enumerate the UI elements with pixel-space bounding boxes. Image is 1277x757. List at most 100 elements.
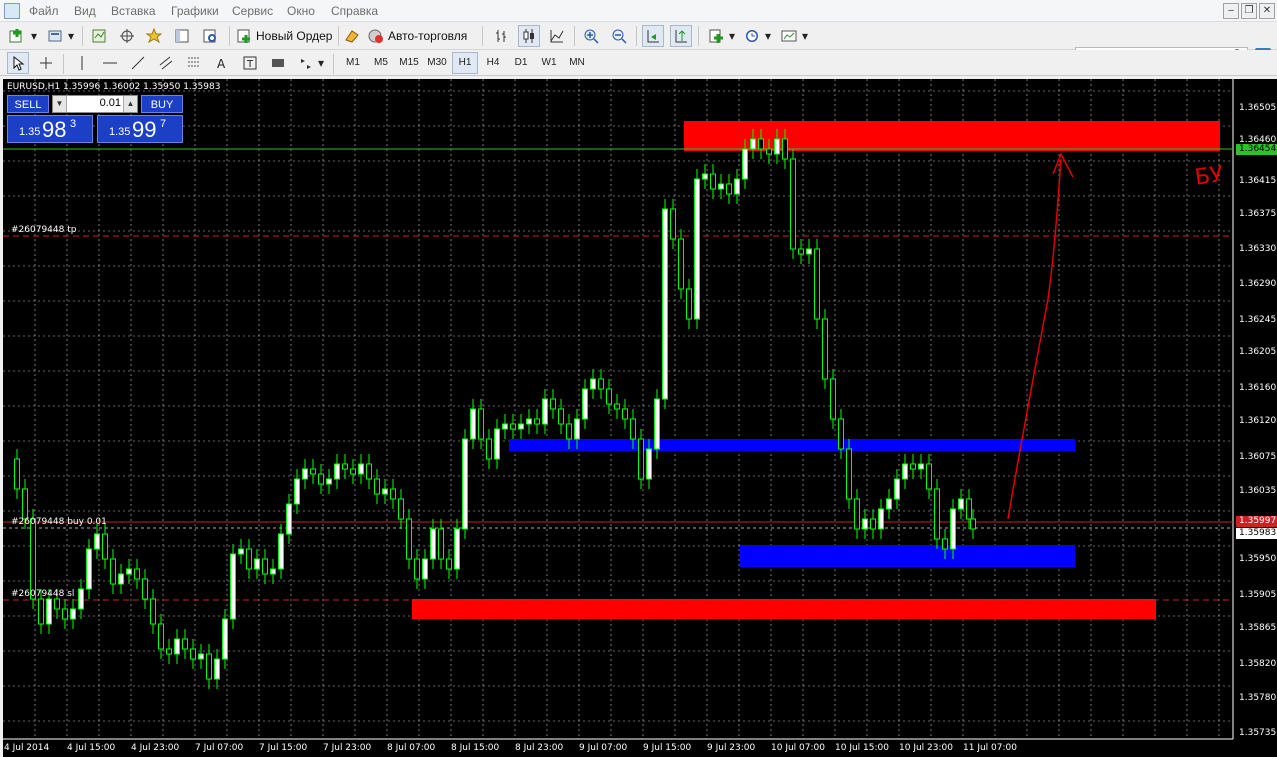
timeframe-m5[interactable]: M5 (368, 52, 394, 74)
timeframe-d1[interactable]: D1 (508, 52, 534, 74)
new-chart-dropdown-icon[interactable]: ▾ (29, 25, 39, 47)
candle-body (878, 508, 884, 530)
vertical-line-icon[interactable] (71, 52, 93, 74)
cursor-icon[interactable] (7, 52, 29, 74)
sell-button[interactable]: SELL (7, 95, 49, 113)
indicators-dropdown-icon[interactable]: ▾ (727, 25, 737, 47)
app-icon[interactable] (4, 3, 20, 19)
candle-body (486, 438, 492, 460)
shapes-icon[interactable] (295, 52, 317, 74)
candle-body (214, 658, 220, 680)
profiles-icon[interactable] (44, 25, 66, 47)
text-label-icon[interactable]: T (239, 52, 261, 74)
menu-tools[interactable]: Сервис (232, 4, 273, 18)
restore-icon[interactable]: ❐ (1241, 3, 1257, 19)
sell-price-button[interactable]: 1.35 98 3 (7, 115, 93, 143)
profiles-dropdown-icon[interactable]: ▾ (66, 25, 76, 47)
shapes-dropdown-icon[interactable]: ▾ (316, 52, 326, 74)
lot-size-stepper[interactable]: ▼ 0.01 ▲ (52, 95, 138, 113)
candle-body (30, 518, 36, 600)
timeframe-h4[interactable]: H4 (480, 52, 506, 74)
crosshair-navigator-icon[interactable] (116, 25, 138, 47)
candle-body (934, 488, 940, 540)
trendline-icon[interactable] (127, 52, 149, 74)
lot-decrease-icon[interactable]: ▼ (53, 96, 67, 112)
rectangle-icon[interactable] (267, 52, 289, 74)
price-axis-label: 1.36505 (1239, 103, 1277, 113)
candlestick-chart-icon[interactable] (518, 25, 540, 47)
candle-body (422, 558, 428, 580)
candle-body (862, 518, 868, 530)
candle-body (94, 533, 100, 550)
candle-body (110, 558, 116, 585)
candle-body (222, 618, 228, 660)
candle-body (774, 138, 780, 155)
text-icon[interactable]: A (211, 52, 233, 74)
price-axis-label: 1.35735 (1239, 728, 1277, 738)
chart-window[interactable]: БУ EURUSD,H1 1.35996 1.36002 1.35950 1.3… (3, 79, 1277, 757)
timeframe-m15[interactable]: M15 (396, 52, 422, 74)
candle-body (598, 378, 604, 390)
menu-help[interactable]: Справка (331, 4, 378, 18)
timeframe-m30[interactable]: M30 (424, 52, 450, 74)
timeframe-m1[interactable]: M1 (340, 52, 366, 74)
buy-button[interactable]: BUY (141, 95, 183, 113)
lot-size-input[interactable]: 0.01 (69, 97, 121, 109)
breakeven-annotation: БУ (1193, 162, 1225, 191)
time-axis-label: 11 Jul 07:00 (963, 743, 1017, 753)
lot-increase-icon[interactable]: ▲ (123, 96, 137, 112)
zoom-out-icon[interactable] (608, 25, 630, 47)
candle-body (54, 598, 60, 610)
candle-body (638, 438, 644, 480)
buy-price-prefix: 1.35 (109, 126, 131, 138)
minimize-icon[interactable]: – (1223, 3, 1239, 19)
buy-price-button[interactable]: 1.35 99 7 (97, 115, 183, 143)
metaeditor-icon[interactable] (341, 25, 363, 47)
terminal-icon[interactable] (171, 25, 193, 47)
bar-chart-icon[interactable] (490, 25, 512, 47)
periods-dropdown-icon[interactable]: ▾ (763, 25, 773, 47)
price-chart[interactable]: БУ (3, 79, 1277, 757)
periods-clock-icon[interactable] (741, 25, 763, 47)
menu-file[interactable]: Файл (29, 4, 59, 18)
standard-toolbar: ▾ ▾ Новый Ордер Авто-торговля ▾ ▾ ▾ (0, 22, 1277, 67)
candle-body (270, 568, 276, 575)
line-chart-icon[interactable] (546, 25, 568, 47)
timeframe-h1[interactable]: H1 (452, 52, 478, 74)
fibonacci-icon[interactable] (183, 52, 205, 74)
chart-shift-icon[interactable] (670, 25, 692, 47)
autotrading-button[interactable]: Авто-торговля (368, 25, 467, 47)
menu-insert[interactable]: Вставка (111, 4, 156, 18)
candle-body (958, 498, 964, 510)
time-axis-label: 9 Jul 07:00 (579, 743, 628, 753)
crosshair-icon[interactable] (35, 52, 57, 74)
candle-body (326, 478, 332, 485)
timeframe-mn[interactable]: MN (564, 52, 590, 74)
menu-window[interactable]: Окно (287, 4, 315, 18)
horizontal-line-icon[interactable] (99, 52, 121, 74)
support-zone-upper (509, 439, 1075, 451)
menu-view[interactable]: Вид (74, 4, 96, 18)
menu-charts[interactable]: Графики (171, 4, 219, 18)
order-price-tag: 1.35997 (1236, 516, 1277, 527)
navigator-star-icon[interactable] (143, 25, 165, 47)
templates-icon[interactable] (778, 25, 800, 47)
strategy-tester-icon[interactable] (199, 25, 221, 47)
candle-body (102, 533, 108, 560)
candle-body (286, 503, 292, 535)
candle-body (686, 288, 692, 320)
autoscroll-icon[interactable] (642, 25, 664, 47)
templates-dropdown-icon[interactable]: ▾ (800, 25, 810, 47)
market-watch-icon[interactable] (88, 25, 110, 47)
equidistant-channel-icon[interactable] (155, 52, 177, 74)
candle-body (38, 598, 44, 625)
indicators-icon[interactable] (705, 25, 727, 47)
zoom-in-icon[interactable] (580, 25, 602, 47)
new-chart-icon[interactable] (6, 25, 28, 47)
price-axis-label: 1.36375 (1239, 209, 1277, 219)
close-icon[interactable]: ✕ (1259, 3, 1275, 19)
candle-body (142, 578, 148, 600)
candle-body (366, 463, 372, 480)
new-order-button[interactable]: Новый Ордер (236, 25, 332, 47)
timeframe-w1[interactable]: W1 (536, 52, 562, 74)
